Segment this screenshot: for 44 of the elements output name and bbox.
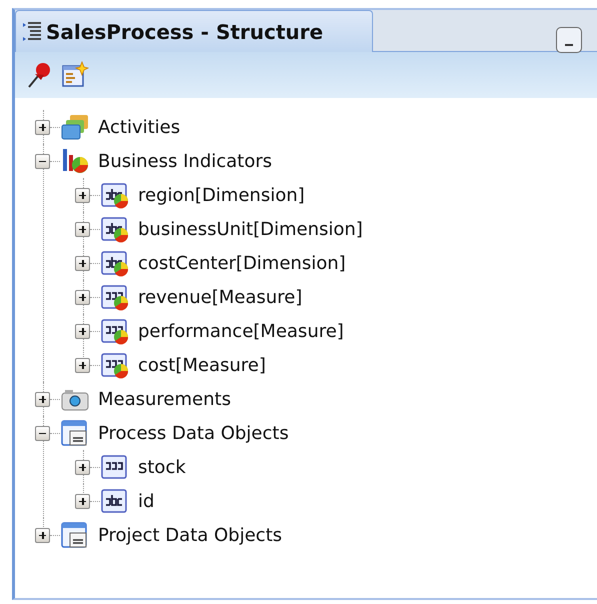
text-chart-icon [100, 249, 130, 277]
tree-item[interactable]: Process Data Objects [98, 422, 289, 444]
data-table-icon [60, 419, 90, 447]
tree-item[interactable]: region[Dimension] [138, 184, 305, 206]
tree-item[interactable]: id [138, 490, 154, 512]
stacked-windows-icon [60, 113, 90, 141]
structure-icon [22, 20, 42, 42]
tree-item[interactable]: stock [138, 456, 186, 478]
expander-toggle[interactable] [35, 154, 50, 168]
new-document-icon[interactable] [61, 61, 89, 89]
number-chart-icon [100, 317, 130, 345]
pushpin-icon[interactable] [27, 61, 53, 89]
expander-toggle[interactable] [75, 290, 90, 304]
tree-item[interactable]: Business Indicators [98, 150, 272, 172]
tree-item[interactable]: performance[Measure] [138, 320, 344, 342]
tree-item[interactable]: cost[Measure] [138, 354, 266, 376]
tree-item[interactable]: Project Data Objects [98, 524, 282, 546]
expander-toggle[interactable] [75, 494, 90, 508]
minimize-button[interactable] [556, 27, 582, 53]
expander-toggle[interactable] [75, 358, 90, 372]
panel-title: SalesProcess - Structure [46, 20, 324, 44]
expander-toggle[interactable] [75, 460, 90, 474]
chart-pie-icon [60, 147, 90, 175]
text-chart-icon [100, 181, 130, 209]
expander-toggle[interactable] [75, 188, 90, 202]
text-chart-icon [100, 215, 130, 243]
expander-toggle[interactable] [75, 324, 90, 338]
number-chart-icon [100, 283, 130, 311]
expander-toggle[interactable] [35, 120, 50, 134]
expander-toggle[interactable] [75, 222, 90, 236]
expander-toggle[interactable] [75, 256, 90, 270]
panel-tab[interactable]: SalesProcess - Structure [15, 10, 373, 52]
expander-toggle[interactable] [35, 426, 50, 440]
tree-item[interactable]: Activities [98, 116, 180, 138]
expander-toggle[interactable] [35, 528, 50, 542]
text-field-icon [100, 487, 130, 515]
tree-item[interactable]: Measurements [98, 388, 231, 410]
data-table-icon [60, 521, 90, 549]
number-field-icon [100, 453, 130, 481]
number-chart-icon [100, 351, 130, 379]
tree-item[interactable]: costCenter[Dimension] [138, 252, 346, 274]
expander-toggle[interactable] [35, 392, 50, 406]
tree-item[interactable]: revenue[Measure] [138, 286, 302, 308]
tree-item[interactable]: businessUnit[Dimension] [138, 218, 363, 240]
